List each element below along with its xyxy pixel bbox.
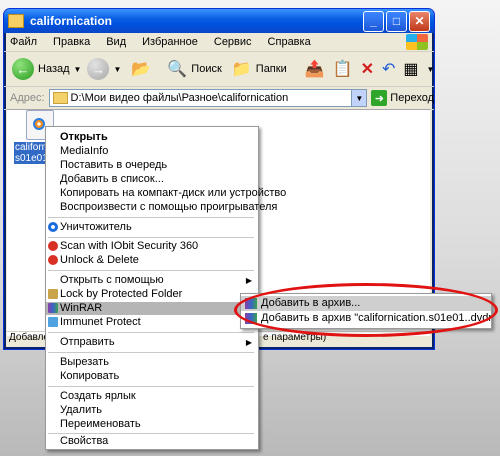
iobit-shield-icon (48, 241, 58, 251)
menu-item-copy[interactable]: Копировать (46, 370, 258, 383)
menu-item-winrar[interactable]: WinRAR ▶ (46, 302, 258, 315)
menu-bar: Файл Правка Вид Избранное Сервис Справка (4, 33, 434, 52)
folder-icon (8, 14, 24, 28)
winrar-icon (245, 313, 257, 324)
menu-tools[interactable]: Сервис (214, 36, 252, 48)
menu-favorites[interactable]: Избранное (142, 36, 198, 48)
open-with-label: Открыть с помощью (60, 274, 164, 286)
address-bar: Адрес: D:\Мои видео файлы\Разное\califor… (4, 87, 434, 110)
title-bar[interactable]: californication _ □ ✕ (4, 9, 434, 33)
menu-divider (48, 386, 254, 387)
submenu-item-add-to-archive[interactable]: Добавить в архив... (241, 296, 491, 311)
toolbar: ← Назад ▼ → ▼ 📂 🔍 Поиск 📁 Папки 📤 📋 ✕ ↶ … (4, 52, 434, 87)
menu-item-enqueue[interactable]: Поставить в очередь (46, 159, 258, 172)
window-title: californication (30, 14, 113, 28)
folders-button[interactable]: 📁 Папки (228, 59, 287, 79)
forward-dropdown-icon[interactable]: ▼ (113, 65, 121, 74)
submenu-arrow-icon: ▶ (245, 276, 252, 285)
menu-item-mediainfo[interactable]: MediaInfo (46, 145, 258, 158)
menu-item-rename[interactable]: Переименовать (46, 418, 258, 431)
back-label: Назад (38, 63, 70, 75)
immunet-icon (48, 317, 58, 327)
iobit-scan-label: Scan with IObit Security 360 (60, 240, 199, 252)
menu-item-add-to-list[interactable]: Добавить в список... (46, 173, 258, 186)
menu-item-unlock-delete[interactable]: Unlock & Delete (46, 254, 258, 267)
search-icon: 🔍 (167, 61, 188, 78)
menu-item-play-with[interactable]: Воспроизвести с помощью проигрывателя (46, 201, 277, 214)
views-dropdown-icon[interactable]: ▼ (427, 65, 435, 74)
forward-button[interactable]: → ▼ (87, 58, 121, 80)
folders-icon: 📁 (231, 61, 252, 78)
menu-item-properties[interactable]: Свойства (46, 435, 258, 448)
unlock-delete-label: Unlock & Delete (60, 254, 139, 266)
folders-label: Папки (255, 63, 287, 75)
immunet-label: Immunet Protect (60, 316, 141, 328)
menu-divider (48, 433, 254, 434)
address-label: Адрес: (10, 92, 45, 104)
menu-item-delete[interactable]: Удалить (46, 404, 258, 417)
undo-icon[interactable]: ↶ (382, 59, 395, 79)
submenu-item-add-to-named-archive[interactable]: Добавить в архив "californication.s01e01… (241, 311, 491, 326)
views-icon[interactable]: ▦ (403, 59, 418, 79)
menu-edit[interactable]: Правка (53, 36, 90, 48)
menu-view[interactable]: Вид (106, 36, 126, 48)
menu-item-iobit-scan[interactable]: Scan with IObit Security 360 (46, 240, 258, 253)
move-to-icon[interactable]: 📤 (305, 59, 325, 79)
menu-divider (48, 332, 254, 333)
unlock-delete-icon (48, 255, 58, 265)
menu-item-immunet[interactable]: Immunet Protect ▶ (46, 316, 258, 329)
menu-item-send-to[interactable]: Отправить ▶ (46, 336, 258, 349)
menu-item-open-with[interactable]: Открыть с помощью ▶ (46, 274, 258, 287)
back-button[interactable]: ← Назад ▼ (12, 58, 81, 80)
menu-item-open[interactable]: Открыть (46, 131, 258, 144)
menu-help[interactable]: Справка (268, 36, 311, 48)
back-dropdown-icon[interactable]: ▼ (74, 65, 82, 74)
winrar-label: WinRAR (60, 302, 103, 314)
address-dropdown-icon[interactable]: ▼ (351, 90, 367, 106)
send-to-label: Отправить (60, 336, 115, 348)
destroyer-label: Уничтожитель (60, 221, 132, 233)
minimize-button[interactable]: _ (363, 10, 384, 32)
menu-divider (48, 352, 254, 353)
menu-item-cut[interactable]: Вырезать (46, 356, 258, 369)
search-label: Поиск (191, 63, 222, 75)
menu-divider (48, 237, 254, 238)
close-button[interactable]: ✕ (409, 10, 430, 32)
back-arrow-icon: ← (12, 58, 34, 80)
menu-divider (48, 270, 254, 271)
menu-file[interactable]: Файл (10, 36, 37, 48)
windows-logo-icon (406, 34, 428, 50)
menu-item-burn[interactable]: Копировать на компакт-диск или устройств… (46, 187, 286, 200)
forward-arrow-icon: → (87, 58, 110, 80)
menu-item-destroyer[interactable]: Уничтожитель (46, 221, 258, 234)
winrar-submenu: Добавить в архив... Добавить в архив "ca… (240, 293, 492, 329)
submenu-arrow-icon: ▶ (245, 338, 252, 347)
up-folder-icon[interactable]: 📂 (131, 59, 151, 79)
winrar-icon (48, 303, 58, 313)
destroyer-icon (48, 222, 58, 232)
lock-folder-label: Lock by Protected Folder (60, 288, 183, 300)
context-menu: Открыть MediaInfo Поставить в очередь До… (45, 126, 286, 450)
menu-item-lock-folder[interactable]: Lock by Protected Folder (46, 288, 258, 301)
go-label: Переход (390, 92, 434, 104)
address-input[interactable]: D:\Мои видео файлы\Разное\californicatio… (48, 89, 368, 107)
status-text-right: е параметры) (263, 332, 327, 343)
go-button[interactable]: ➜ Переход (371, 90, 434, 106)
delete-icon[interactable]: ✕ (361, 59, 374, 79)
winrar-icon (245, 298, 257, 309)
search-button[interactable]: 🔍 Поиск (163, 59, 221, 79)
add-to-named-archive-label: Добавить в архив "californication.s01e01… (261, 312, 491, 324)
address-path: D:\Мои видео файлы\Разное\californicatio… (70, 92, 289, 104)
add-to-archive-label: Добавить в архив... (261, 297, 361, 309)
lock-icon (48, 289, 58, 299)
go-arrow-icon: ➜ (371, 90, 388, 106)
maximize-button[interactable]: □ (386, 10, 407, 32)
folder-icon (52, 92, 68, 104)
menu-item-create-shortcut[interactable]: Создать ярлык (46, 390, 258, 403)
copy-to-icon[interactable]: 📋 (333, 59, 353, 79)
menu-divider (48, 217, 254, 218)
